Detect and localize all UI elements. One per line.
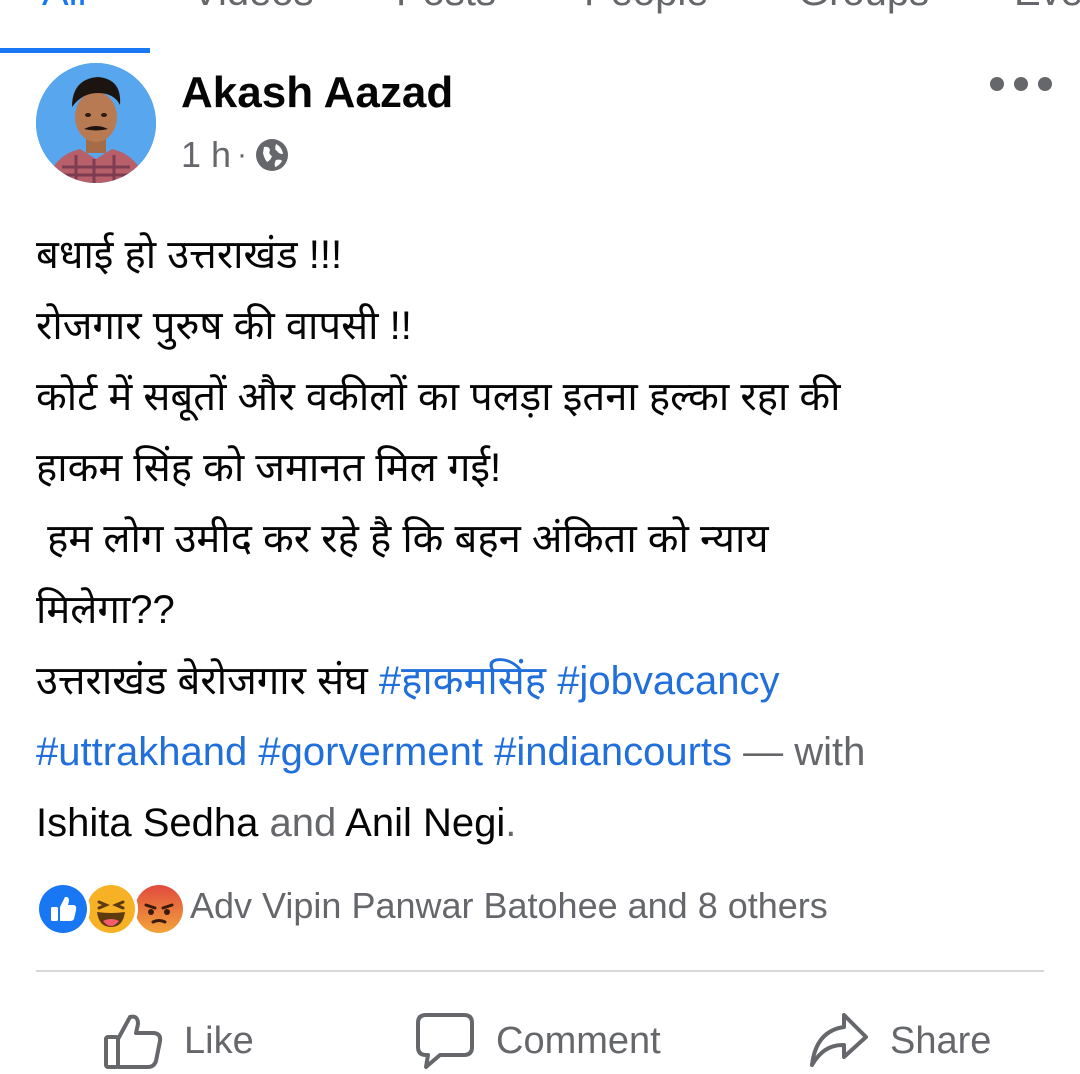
reactions-summary[interactable]: Adv Vipin Panwar Batohee and 8 others (36, 880, 828, 936)
like-button[interactable]: Like (102, 1008, 254, 1074)
share-button[interactable]: Share (808, 1008, 991, 1074)
globe-icon (256, 139, 289, 171)
post-text-line: कोर्ट में सबूतों और वकीलों का पलड़ा इतना… (36, 375, 841, 419)
tab-groups[interactable]: Groups (798, 0, 929, 15)
more-dot (990, 77, 1004, 91)
share-icon (810, 1013, 868, 1067)
post-text-line: #uttrakhand #gorverment #indiancourts — … (36, 717, 1056, 788)
angry-reaction-icon (132, 882, 186, 936)
tagged-person-link[interactable]: Ishita Sedha (36, 801, 258, 845)
tab-people[interactable]: People (584, 0, 709, 15)
and-label: and (269, 801, 337, 845)
reactions-count[interactable]: Adv Vipin Panwar Batohee and 8 others (190, 885, 828, 927)
tab-all[interactable]: All (42, 0, 86, 15)
more-options-icon[interactable] (990, 64, 1052, 104)
avatar[interactable] (36, 63, 156, 183)
post-text-line: मिलेगा?? (36, 588, 175, 632)
like-label: Like (184, 1019, 254, 1062)
post-footer-text: उत्तराखंड बेरोजगार संघ (36, 659, 368, 703)
post-text-line: उत्तराखंड बेरोजगार संघ #हाकमसिंह #jobvac… (36, 646, 1056, 717)
hashtag-link[interactable]: #gorverment (258, 730, 483, 774)
more-dot (1038, 77, 1052, 91)
post-time[interactable]: 1 h (181, 134, 231, 176)
like-reaction-icon (36, 882, 90, 936)
haha-reaction-icon (84, 882, 138, 936)
meta-separator: · (237, 138, 248, 171)
comment-button[interactable]: Comment (414, 1008, 661, 1074)
tagged-person-link[interactable]: Anil Negi (345, 801, 505, 845)
hashtag-link[interactable]: #हाकमसिंह (379, 659, 546, 703)
reaction-icons (36, 880, 186, 936)
tab-posts[interactable]: Posts (396, 0, 496, 15)
post-text-line: रोजगार पुरुष की वापसी !! (36, 304, 412, 348)
tab-events[interactable]: Events (1014, 0, 1080, 15)
post-text-line: Ishita Sedha and Anil Negi. (36, 788, 1056, 859)
tab-videos[interactable]: Videos (192, 0, 314, 15)
active-tab-indicator (0, 48, 150, 53)
thumbs-up-icon (104, 1014, 163, 1069)
author-name[interactable]: Akash Aazad (181, 68, 453, 118)
post-text-line: हाकम सिंह को जमानत मिल गई! (36, 446, 502, 490)
divider (36, 970, 1044, 972)
more-dot (1014, 77, 1028, 91)
hashtag-link[interactable]: #jobvacancy (557, 659, 779, 703)
post-text: बधाई हो उत्तराखंड !!! रोजगार पुरुष की वा… (36, 220, 1056, 859)
post-text-line: बधाई हो उत्तराखंड !!! (36, 233, 343, 277)
share-label: Share (890, 1019, 992, 1062)
period: . (505, 801, 517, 845)
avatar-image (36, 63, 156, 183)
with-label: — with (743, 730, 866, 774)
comment-icon (416, 1013, 474, 1069)
post-meta: 1 h · (181, 134, 289, 176)
hashtag-link[interactable]: #uttrakhand (36, 730, 247, 774)
comment-label: Comment (496, 1019, 661, 1062)
search-tabs: All Videos Posts People Groups Events (0, 0, 1080, 56)
post-text-line: हम लोग उमीद कर रहे है कि बहन अंकिता को न… (36, 517, 769, 561)
hashtag-link[interactable]: #indiancourts (494, 730, 732, 774)
